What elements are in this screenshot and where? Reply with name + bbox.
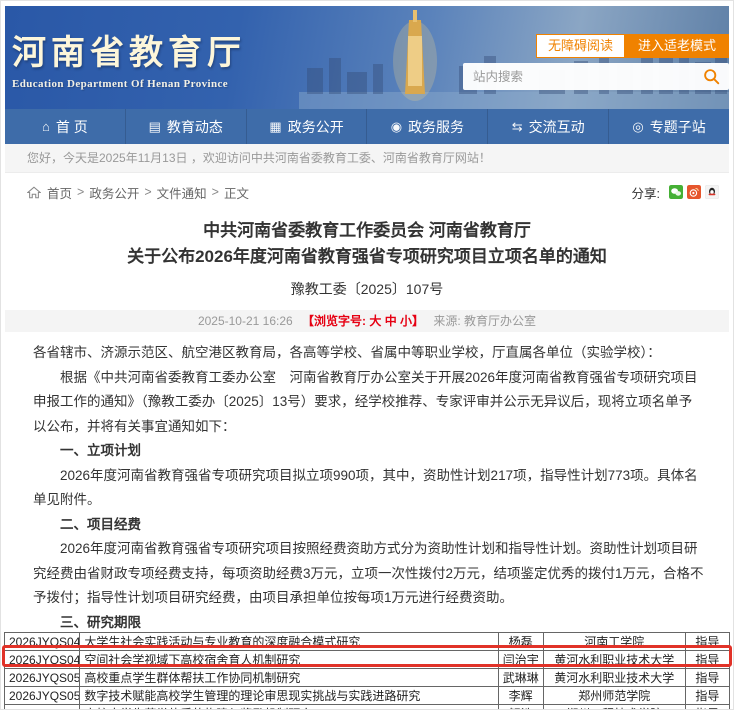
breadcrumb: 首页 > 政务公开 > 文件通知 > 正文 分享: (5, 178, 729, 206)
cell-unit: 黄河水利职业技术大学 (543, 669, 685, 687)
table-row: 2026JYQS051 数字技术赋能高校学生管理的理论审思现实挑战与实践进路研究… (5, 687, 730, 705)
share-label: 分享: (632, 183, 660, 202)
cell-unit: 黄河水利职业技术大学 (543, 651, 685, 669)
weibo-icon[interactable] (687, 185, 701, 199)
cell-category: 指导 (685, 669, 729, 687)
table-row-highlighted: 2026JYQS049 空间社会学视域下高校宿舍育人机制研究 闫治宇 黄河水利职… (5, 651, 730, 669)
cell-category: 指导 (685, 705, 729, 710)
nav-label: 政务服务 (408, 117, 464, 137)
article-meta-bar: 2025-10-21 16:26 【浏览字号: 大 中 小】 来源: 教育厅办公… (5, 310, 729, 332)
paragraph-plan: 2026年度河南省教育强省专项研究项目拟立项990项，其中，资助性计划217项，… (33, 464, 705, 513)
cell-leader: 解浩 (498, 705, 543, 710)
cell-project-code: 2026JYQS051 (5, 687, 80, 705)
section-heading-1: 一、立项计划 (33, 439, 705, 464)
paragraph-basis: 根据《中共河南省委教育工委办公室 河南省教育厅办公室关于开展2026年度河南省教… (33, 366, 705, 440)
nav-label: 首 页 (56, 117, 88, 137)
breadcrumb-file-notices[interactable]: 文件通知 (157, 183, 207, 202)
article-title-line2: 关于公布2026年度河南省教育强省专项研究项目立项名单的通知 (5, 244, 729, 270)
interaction-icon: ⇆ (512, 119, 523, 135)
cell-category: 指导 (685, 633, 729, 651)
site-logo: 河南省教育厅 Education Department Of Henan Pro… (12, 25, 246, 90)
cell-leader: 武琳琳 (498, 669, 543, 687)
news-icon: ▤ (149, 119, 161, 135)
cell-leader: 闫治宇 (498, 651, 543, 669)
table-row: 2026JYQS052 高校大学生荣誉体系的构建与奖励机制研究 解浩 郑州工程技… (5, 705, 730, 710)
nav-label: 政务公开 (288, 117, 344, 137)
nav-item-home[interactable]: ⌂ 首 页 (5, 109, 126, 144)
main-nav: ⌂ 首 页 ▤ 教育动态 ▦ 政务公开 ◉ 政务服务 ⇆ 交流互动 ◎ 专题子站 (5, 109, 729, 144)
table-row: 2026JYQS048 大学生社会实践活动与专业教育的深度融合模式研究 杨磊 河… (5, 633, 730, 651)
cell-leader: 李辉 (498, 687, 543, 705)
paragraph-funding: 2026年度河南省教育强省专项研究项目按照经费资助方式分为资助性计划和指导性计划… (33, 537, 705, 611)
nav-item-gov-disclosure[interactable]: ▦ 政务公开 (247, 109, 368, 144)
site-title: 河南省教育厅 (12, 25, 246, 74)
article-title-line1: 中共河南省委教育工作委员会 河南省教育厅 (5, 218, 729, 244)
cell-project-code: 2026JYQS050 (5, 669, 80, 687)
accessibility-reading-button[interactable]: 无障碍阅读 (536, 34, 625, 58)
cell-project-title: 大学生社会实践活动与专业教育的深度融合模式研究 (80, 633, 498, 651)
nav-label: 交流互动 (529, 117, 585, 137)
article-title: 中共河南省委教育工作委员会 河南省教育厅 关于公布2026年度河南省教育强省专项… (5, 218, 729, 270)
cell-unit: 郑州工程技术学院 (543, 705, 685, 710)
site-header: 河南省教育厅 Education Department Of Henan Pro… (5, 6, 729, 109)
search-icon[interactable] (703, 68, 720, 85)
document-number: 豫教工委〔2025〕107号 (5, 277, 729, 301)
publish-date: 2025-10-21 16:26 (198, 314, 293, 328)
welcome-bar: 您好，今天是2025年11月13日 ，欢迎访问中共河南省委教育工委、河南省教育厅… (5, 144, 729, 173)
nav-item-special-subsites[interactable]: ◎ 专题子站 (609, 109, 729, 144)
project-table: 2026JYQS048 大学生社会实践活动与专业教育的深度融合模式研究 杨磊 河… (4, 632, 730, 710)
breadcrumb-home[interactable]: 首页 (47, 183, 72, 202)
cell-category: 指导 (685, 651, 729, 669)
cell-project-title: 空间社会学视域下高校宿舍育人机制研究 (80, 651, 498, 669)
site-search (463, 63, 729, 90)
service-icon: ◉ (391, 119, 402, 135)
breadcrumb-gov-disclosure[interactable]: 政务公开 (89, 183, 139, 202)
home-icon: ⌂ (42, 119, 50, 134)
elder-mode-button[interactable]: 进入适老模式 (625, 34, 729, 58)
section-heading-2: 二、项目经费 (33, 513, 705, 538)
share-widget: 分享: (632, 183, 719, 202)
site-title-english: Education Department Of Henan Province (12, 78, 246, 90)
breadcrumb-separator: > (77, 185, 84, 199)
nav-label: 教育动态 (167, 117, 223, 137)
cell-unit: 郑州师范学院 (543, 687, 685, 705)
nav-item-gov-services[interactable]: ◉ 政务服务 (367, 109, 488, 144)
nav-item-education-news[interactable]: ▤ 教育动态 (126, 109, 247, 144)
source-label: 来源: 教育厅办公室 (433, 314, 536, 328)
cell-project-code: 2026JYQS048 (5, 633, 80, 651)
cell-project-code: 2026JYQS052 (5, 705, 80, 710)
nav-label: 专题子站 (650, 117, 706, 137)
cell-leader: 杨磊 (498, 633, 543, 651)
search-input[interactable] (463, 70, 703, 84)
cell-project-code: 2026JYQS049 (5, 651, 80, 669)
nav-item-interaction[interactable]: ⇆ 交流互动 (488, 109, 609, 144)
subsite-icon: ◎ (632, 119, 643, 135)
home-icon[interactable] (27, 186, 41, 199)
paragraph-recipients: 各省辖市、济源示范区、航空港区教育局，各高等学校、省属中等职业学校，厅直属各单位… (33, 341, 705, 366)
corn-tower (393, 10, 437, 101)
cell-unit: 河南工学院 (543, 633, 685, 651)
cell-project-title: 高校大学生荣誉体系的构建与奖励机制研究 (80, 705, 498, 710)
qq-icon[interactable] (705, 185, 719, 199)
cell-project-title: 数字技术赋能高校学生管理的理论审思现实挑战与实践进路研究 (80, 687, 498, 705)
page: 河南省教育厅 Education Department Of Henan Pro… (0, 0, 734, 710)
table-row: 2026JYQS050 高校重点学生群体帮扶工作协同机制研究 武琳琳 黄河水利职… (5, 669, 730, 687)
breadcrumb-separator: > (212, 185, 219, 199)
breadcrumb-current: 正文 (224, 183, 249, 202)
wechat-icon[interactable] (669, 185, 683, 199)
cell-category: 指导 (685, 687, 729, 705)
font-size-switcher[interactable]: 【浏览字号: 大 中 小】 (302, 314, 424, 328)
cell-project-title: 高校重点学生群体帮扶工作协同机制研究 (80, 669, 498, 687)
header-buttons: 无障碍阅读 进入适老模式 (536, 34, 729, 58)
breadcrumb-separator: > (144, 185, 151, 199)
disclosure-icon: ▦ (269, 119, 281, 135)
